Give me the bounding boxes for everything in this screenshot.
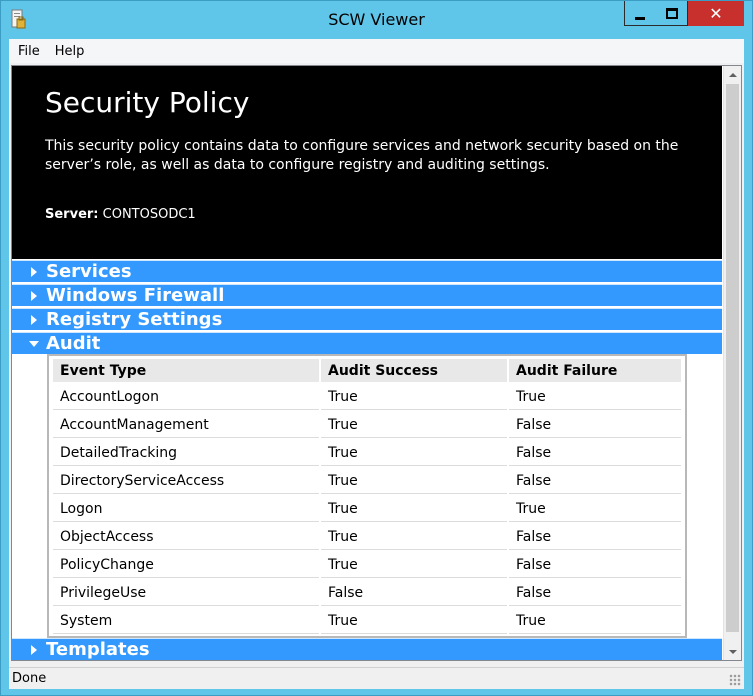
app-window: SCW Viewer ✕ File Help Security Policy T… — [0, 0, 753, 696]
event-type-cell: PolicyChange — [53, 552, 319, 578]
audit-table: Event Type Audit Success Audit Failure A… — [51, 357, 683, 636]
minimize-icon — [635, 16, 645, 20]
audit-failure-cell: True — [509, 496, 681, 522]
server-info: Server: CONTOSODC1 — [45, 207, 196, 222]
table-row: AccountManagement True False — [53, 412, 681, 438]
table-row: PrivilegeUse False False — [53, 580, 681, 606]
audit-failure-cell: False — [509, 524, 681, 550]
table-header-row: Event Type Audit Success Audit Failure — [53, 359, 681, 382]
table-row: DirectoryServiceAccess True False — [53, 468, 681, 494]
audit-failure-cell: False — [509, 552, 681, 578]
status-bar: Done — [9, 667, 744, 689]
section-templates[interactable]: Templates — [12, 638, 722, 660]
collapse-arrow-icon — [28, 338, 40, 350]
section-registry-settings[interactable]: Registry Settings — [12, 308, 722, 330]
vertical-scrollbar[interactable] — [723, 66, 741, 660]
policy-description: This security policy contains data to co… — [45, 138, 679, 173]
table-row: PolicyChange True False — [53, 552, 681, 578]
menu-help[interactable]: Help — [46, 44, 91, 59]
audit-success-cell: True — [321, 552, 507, 578]
section-audit[interactable]: Audit — [12, 332, 722, 354]
audit-success-cell: True — [321, 496, 507, 522]
scroll-down-button[interactable] — [724, 643, 741, 660]
audit-success-cell: True — [321, 384, 507, 410]
audit-success-cell: True — [321, 468, 507, 494]
column-header-event-type: Event Type — [53, 359, 319, 382]
table-row: AccountLogon True True — [53, 384, 681, 410]
event-type-cell: ObjectAccess — [53, 524, 319, 550]
table-row: DetailedTracking True False — [53, 440, 681, 466]
maximize-button[interactable] — [656, 1, 688, 26]
status-text: Done — [12, 671, 47, 686]
event-type-cell: DirectoryServiceAccess — [53, 468, 319, 494]
section-services[interactable]: Services — [12, 260, 722, 282]
audit-success-cell: True — [321, 412, 507, 438]
report-content: Security Policy This security policy con… — [12, 66, 722, 660]
section-label: Windows Firewall — [46, 285, 225, 306]
scroll-up-button[interactable] — [724, 66, 741, 83]
audit-failure-cell: True — [509, 608, 681, 634]
maximize-icon — [666, 8, 678, 19]
section-windows-firewall[interactable]: Windows Firewall — [12, 284, 722, 306]
title-bar[interactable]: SCW Viewer ✕ — [1, 1, 752, 39]
report-viewport[interactable]: Security Policy This security policy con… — [11, 65, 742, 661]
table-row: ObjectAccess True False — [53, 524, 681, 550]
resize-grip-icon[interactable] — [729, 674, 741, 686]
event-type-cell: System — [53, 608, 319, 634]
audit-success-cell: True — [321, 608, 507, 634]
audit-success-cell: True — [321, 440, 507, 466]
menu-file[interactable]: File — [9, 44, 46, 59]
audit-failure-cell: False — [509, 440, 681, 466]
section-label: Audit — [46, 333, 101, 354]
minimize-button[interactable] — [624, 1, 656, 26]
event-type-cell: AccountManagement — [53, 412, 319, 438]
close-icon: ✕ — [709, 3, 723, 23]
table-row: Logon True True — [53, 496, 681, 522]
section-label: Templates — [46, 639, 150, 660]
section-label: Services — [46, 261, 132, 282]
event-type-cell: Logon — [53, 496, 319, 522]
audit-failure-cell: False — [509, 412, 681, 438]
server-label: Server: — [45, 207, 99, 222]
scroll-up-icon — [728, 72, 737, 77]
scroll-down-icon — [728, 649, 737, 654]
audit-failure-cell: True — [509, 384, 681, 410]
column-header-audit-failure: Audit Failure — [509, 359, 681, 382]
page-title: Security Policy — [45, 86, 250, 119]
menu-bar: File Help — [9, 39, 744, 63]
event-type-cell: PrivilegeUse — [53, 580, 319, 606]
scroll-thumb[interactable] — [726, 84, 739, 632]
client-area: File Help Security Policy This security … — [9, 39, 744, 689]
expand-arrow-icon — [28, 314, 40, 326]
audit-table-container: Event Type Audit Success Audit Failure A… — [47, 354, 687, 638]
section-label: Registry Settings — [46, 309, 223, 330]
policy-header: Security Policy This security policy con… — [12, 66, 722, 259]
audit-failure-cell: False — [509, 468, 681, 494]
expand-arrow-icon — [28, 644, 40, 656]
expand-arrow-icon — [28, 266, 40, 278]
audit-success-cell: False — [321, 580, 507, 606]
column-header-audit-success: Audit Success — [321, 359, 507, 382]
expand-arrow-icon — [28, 290, 40, 302]
event-type-cell: AccountLogon — [53, 384, 319, 410]
audit-success-cell: True — [321, 524, 507, 550]
server-name: CONTOSODC1 — [102, 207, 196, 222]
table-row: System True True — [53, 608, 681, 634]
event-type-cell: DetailedTracking — [53, 440, 319, 466]
audit-failure-cell: False — [509, 580, 681, 606]
close-button[interactable]: ✕ — [688, 1, 744, 26]
